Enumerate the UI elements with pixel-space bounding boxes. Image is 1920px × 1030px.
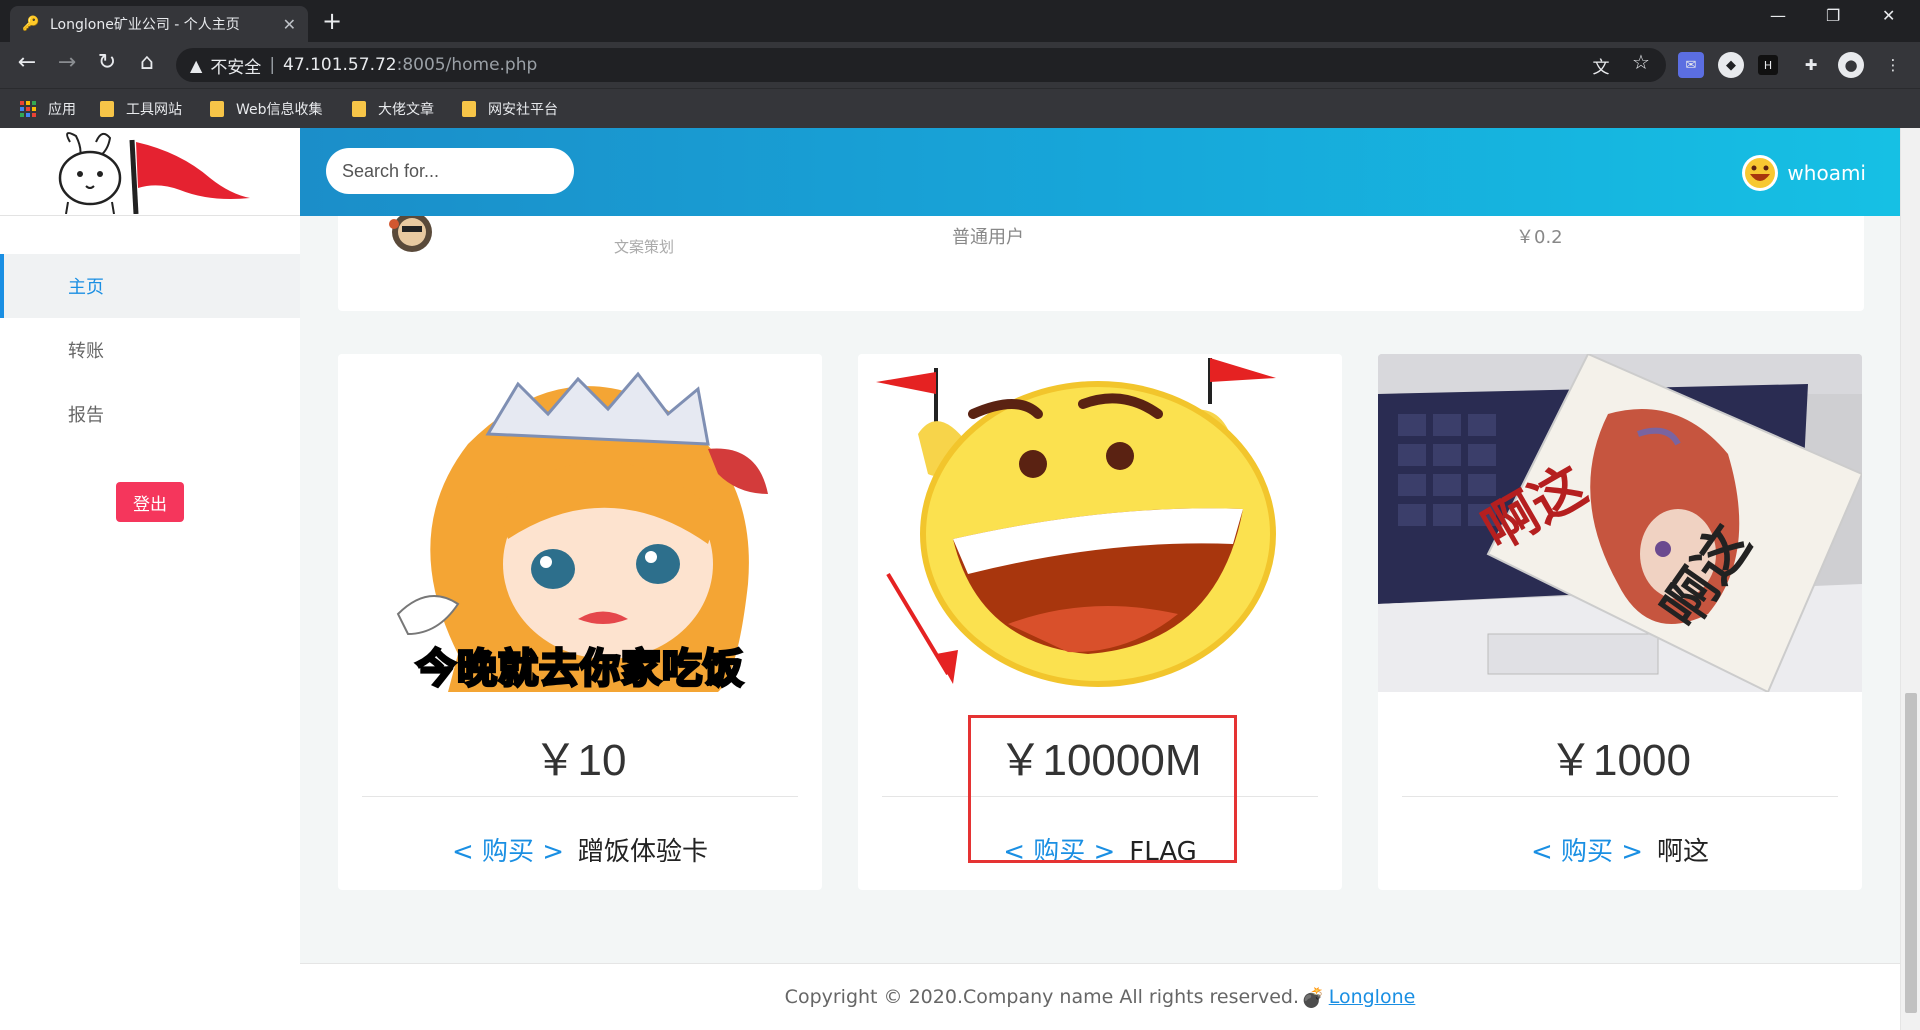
star-icon[interactable]: ☆ [1626, 50, 1656, 74]
bookmark-web-info[interactable]: Web信息收集 [210, 99, 323, 119]
product-price: ￥10 [533, 736, 627, 785]
copyright-text: Copyright © 2020.Company name All rights… [784, 986, 1300, 1008]
translate-icon[interactable]: 文 [1586, 53, 1616, 78]
bookmark-label: 网安社平台 [488, 102, 558, 118]
close-window-icon[interactable]: ✕ [1882, 6, 1895, 25]
puzzle-icon[interactable]: ✚ [1798, 52, 1824, 78]
insecure-label: 不安全 [210, 57, 262, 78]
home-icon[interactable]: ⌂ [132, 50, 162, 75]
sidebar-item-home[interactable]: 主页 [0, 254, 300, 318]
folder-icon [100, 101, 114, 117]
bookmark-tools[interactable]: 工具网站 [100, 99, 182, 119]
apps-icon [20, 101, 36, 117]
product-buy-line: < 购买 > 啊这 [1378, 831, 1862, 868]
tab-title: Longlone矿业公司 - 个人主页 [50, 17, 240, 33]
user-role-sub: 文案策划 [614, 238, 675, 256]
browser-tab-bar: 🔑 Longlone矿业公司 - 个人主页 ✕ + — ❐ ✕ [0, 0, 1920, 42]
profile-icon[interactable]: ● [1838, 52, 1864, 78]
url-path: :8005/home.php [396, 55, 538, 75]
bookmarks-bar: 应用 工具网站 Web信息收集 大佬文章 网安社平台 [0, 88, 1920, 128]
warning-icon: ▲ [190, 55, 203, 75]
product-price: ￥1000 [1549, 736, 1691, 785]
user-type: 普通用户 [952, 227, 1024, 248]
bomb-icon: 💣 [1301, 986, 1325, 1009]
folder-icon [352, 101, 366, 117]
buy-link[interactable]: < 购买 > [1531, 837, 1643, 867]
bookmark-security[interactable]: 网安社平台 [462, 99, 558, 119]
footer-brand-link[interactable]: Longlone [1329, 986, 1416, 1008]
menu-icon[interactable]: ⋮ [1880, 52, 1906, 78]
user-balance: ￥0.2 [1516, 227, 1563, 248]
product-name: 啊这 [1657, 837, 1710, 867]
search-input[interactable] [326, 148, 574, 194]
product-card: 今晚就去你家吃饭 ￥10 < 购买 > 蹭饭体验卡 [338, 354, 822, 890]
key-icon: 🔑 [22, 16, 40, 32]
forward-icon[interactable]: → [52, 50, 82, 75]
address-bar[interactable]: ▲ 不安全 | 47.101.57.72 :8005/home.php [176, 48, 1666, 82]
bookmark-label: 大佬文章 [378, 102, 434, 118]
back-icon[interactable]: ← [12, 50, 42, 75]
username: whoami [1787, 161, 1866, 185]
bookmark-label: Web信息收集 [236, 102, 323, 118]
logo-area[interactable] [0, 128, 300, 216]
bookmark-label: 工具网站 [126, 102, 182, 118]
restore-icon[interactable]: ❐ [1826, 6, 1840, 25]
page-scrollbar[interactable] [1900, 128, 1920, 1030]
footer: Copyright © 2020.Company name All rights… [300, 963, 1900, 1030]
new-tab-icon[interactable]: + [322, 8, 342, 34]
image-caption: 今晚就去你家吃饭 [415, 645, 745, 693]
product-name: 蹭饭体验卡 [578, 837, 709, 867]
card-divider [362, 796, 798, 797]
extension-icon[interactable]: ✉ [1678, 52, 1704, 78]
top-header: whoami [300, 128, 1900, 216]
card-divider [1402, 796, 1838, 797]
bookmark-apps[interactable]: 应用 [20, 99, 76, 119]
sidebar-item-report[interactable]: 报告 [0, 382, 300, 446]
main-content: 文案策划 普通用户 ￥0.2 今晚就去你家吃饭 ￥10 < 购买 > 蹭饭体验卡… [300, 196, 1900, 1030]
sidebar-item-transfer[interactable]: 转账 [0, 318, 300, 382]
sidebar: 主页 转账 报告 登出 [0, 128, 300, 1030]
folder-icon [210, 101, 224, 117]
product-image-laptop-sticker: 啊这 啊这 [1378, 354, 1862, 692]
browser-tab[interactable]: 🔑 Longlone矿业公司 - 个人主页 ✕ [10, 6, 308, 42]
buy-link[interactable]: < 购买 > [452, 837, 564, 867]
annotation-highlight-box [968, 715, 1237, 863]
product-image-smiley-flags [858, 354, 1342, 692]
reload-icon[interactable]: ↻ [92, 50, 122, 75]
minimize-icon[interactable]: — [1770, 6, 1786, 25]
url-separator: | [269, 55, 276, 75]
scrollbar-thumb[interactable] [1905, 693, 1917, 1013]
logo-rabbit-flag [58, 132, 250, 214]
user-menu[interactable]: whoami [1741, 154, 1866, 192]
shield-extension-icon[interactable]: ◆ [1718, 52, 1744, 78]
bookmark-articles[interactable]: 大佬文章 [352, 99, 434, 119]
product-buy-line: < 购买 > 蹭饭体验卡 [338, 831, 822, 868]
product-image-anime-girl: 今晚就去你家吃饭 [338, 354, 822, 692]
url-host: 47.101.57.72 [283, 55, 397, 75]
folder-icon [462, 101, 476, 117]
browser-toolbar: ← → ↻ ⌂ ▲ 不安全 | 47.101.57.72 :8005/home.… [0, 42, 1920, 88]
dark-extension-icon[interactable]: H [1758, 55, 1778, 75]
logout-button[interactable]: 登出 [116, 482, 184, 522]
bookmark-label: 应用 [48, 102, 76, 118]
product-card: 啊这 啊这 ￥1000 < 购买 > 啊这 [1378, 354, 1862, 890]
web-page: 文案策划 普通用户 ￥0.2 今晚就去你家吃饭 ￥10 < 购买 > 蹭饭体验卡… [0, 128, 1920, 1030]
close-tab-icon[interactable]: ✕ [283, 15, 296, 34]
smiley-avatar-icon [1742, 155, 1779, 191]
